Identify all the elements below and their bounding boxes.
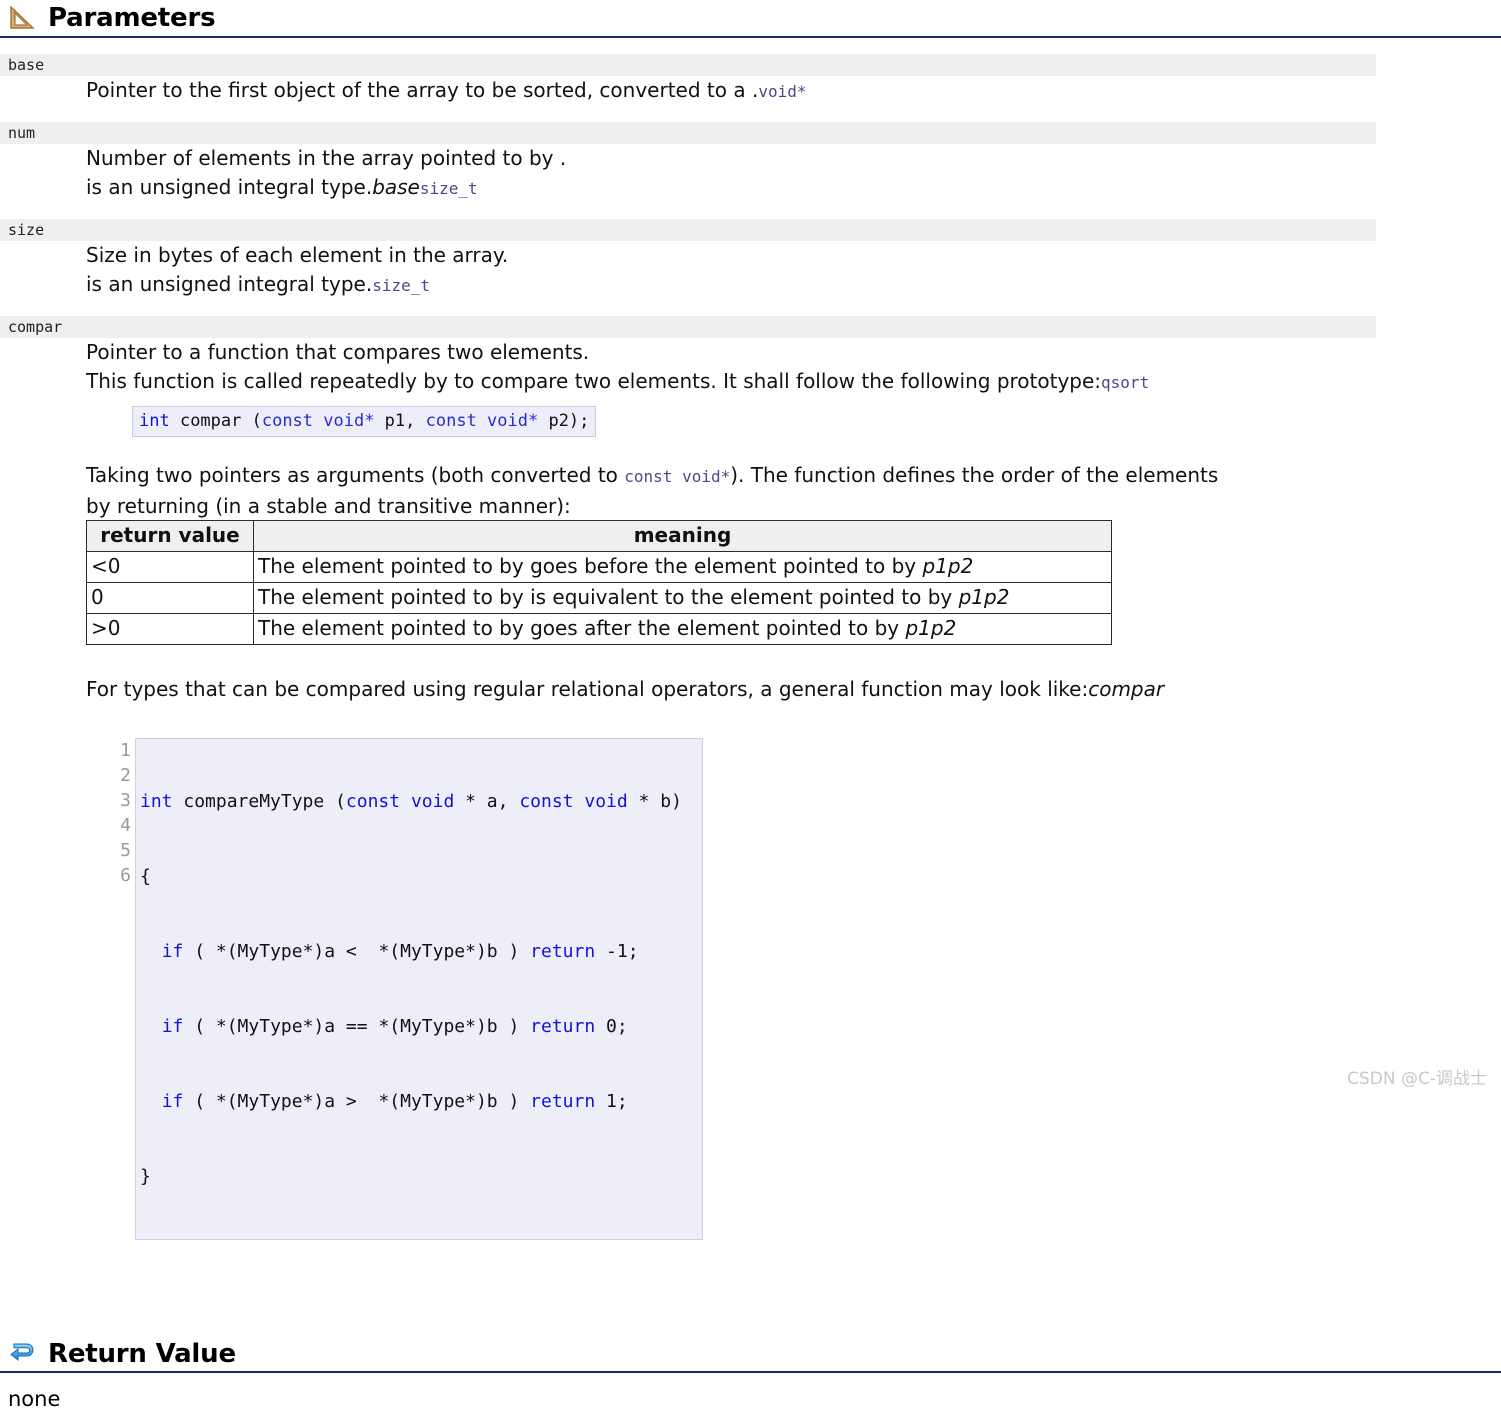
spacer (0, 38, 1501, 54)
param-label-compar: compar (0, 316, 1376, 338)
taking-pre: Taking two pointers as arguments (both c… (86, 463, 624, 487)
for-types-compar-ref: compar (1088, 677, 1164, 701)
prototype-param2-name: p2); (538, 411, 589, 431)
param-num-type: size_t (420, 179, 478, 198)
meaning-params-2: p1p2 (905, 616, 956, 640)
param-base-type: void* (758, 82, 806, 101)
param-label-size: size (0, 219, 1376, 241)
meaning-text-0: The element pointed to by goes before th… (258, 554, 923, 578)
return-arrow-icon (8, 1340, 38, 1368)
param-size-type: size_t (372, 276, 430, 295)
code-line-number: 5 (105, 838, 131, 863)
meaning-text-2: The element pointed to by goes after the… (258, 616, 905, 640)
spacer (0, 300, 1501, 316)
table-cell-meaning-1: The element pointed to by is equivalent … (254, 583, 1112, 614)
code-line-number: 2 (105, 763, 131, 788)
table-header-row: return value meaning (87, 521, 1112, 552)
taking-paragraph: Taking two pointers as arguments (both c… (86, 461, 1501, 492)
param-num-line1: Number of elements in the array pointed … (86, 144, 1501, 173)
param-desc-base: Pointer to the first object of the array… (0, 76, 1501, 107)
param-compar-line2-pre: This function is called repeatedly by to… (86, 369, 1101, 393)
param-compar-line1: Pointer to a function that compares two … (86, 338, 1501, 367)
table-cell-return-0: <0 (87, 552, 254, 583)
table-row: >0 The element pointed to by goes after … (87, 614, 1112, 645)
param-size-line1: Size in bytes of each element in the arr… (86, 241, 1501, 270)
param-num-ref: base (372, 175, 420, 199)
for-types-paragraph: For types that can be compared using reg… (86, 675, 1501, 704)
table-cell-meaning-0: The element pointed to by goes before th… (254, 552, 1112, 583)
page-title: Parameters (48, 4, 215, 33)
param-num-line2-pre: is an unsigned integral type. (86, 175, 372, 199)
return-value-body: none (0, 1373, 1501, 1411)
code-line: { (140, 864, 698, 889)
parameters-section-header: Parameters (0, 0, 1501, 38)
code-line-number: 4 (105, 813, 131, 838)
spacer (0, 203, 1501, 219)
prototype-param1-name: p1, (374, 411, 425, 431)
code-line: if ( *(MyType*)a == *(MyType*)b ) return… (140, 1014, 698, 1039)
param-size-line2-pre: is an unsigned integral type. (86, 272, 372, 296)
table-cell-return-1: 0 (87, 583, 254, 614)
param-desc-num: Number of elements in the array pointed … (0, 144, 1501, 203)
param-label-num: num (0, 122, 1376, 144)
return-value-meaning-table: return value meaning <0 The element poin… (86, 520, 1112, 645)
param-desc-size: Size in bytes of each element in the arr… (0, 241, 1501, 300)
code-line-number: 6 (105, 863, 131, 888)
taking-post: ). The function defines the order of the… (730, 463, 1218, 487)
code-lines: int compareMyType (const void * a, const… (135, 738, 703, 1240)
prototype-name: compar ( (170, 411, 262, 431)
table-row: <0 The element pointed to by goes before… (87, 552, 1112, 583)
meaning-params-0: p1p2 (923, 554, 974, 578)
compar-prototype-code: int compar (const void* p1, const void* … (132, 406, 596, 437)
param-base-text: Pointer to the first object of the array… (86, 78, 752, 102)
code-line: if ( *(MyType*)a < *(MyType*)b ) return … (140, 939, 698, 964)
return-value-title: Return Value (48, 1340, 236, 1369)
param-compar-qsort-ref: qsort (1101, 373, 1149, 392)
param-label-base: base (0, 54, 1376, 76)
prototype-keyword-int: int (139, 411, 170, 431)
table-cell-meaning-2: The element pointed to by goes after the… (254, 614, 1112, 645)
for-types-text: For types that can be compared using reg… (86, 677, 1088, 701)
prototype-param1-type: const void* (262, 411, 375, 431)
ruler-triangle-icon (8, 4, 38, 32)
taking-line2: by returning (in a stable and transitive… (86, 492, 1501, 521)
meaning-params-1: p1p2 (959, 585, 1010, 609)
table-header-meaning: meaning (254, 521, 1112, 552)
table-header-return-value: return value (87, 521, 254, 552)
taking-mono-type: const void* (624, 467, 730, 486)
table-cell-return-2: >0 (87, 614, 254, 645)
code-line-number: 3 (105, 788, 131, 813)
prototype-wrapper: int compar (const void* p1, const void* … (86, 405, 1501, 437)
table-row: 0 The element pointed to by is equivalen… (87, 583, 1112, 614)
code-line: } (140, 1164, 698, 1189)
csdn-watermark: CSDN @C-调战士 (1347, 1064, 1487, 1089)
compare-mytype-code-sample: 1 2 3 4 5 6 int compareMyType (const voi… (105, 738, 703, 1240)
code-line: int compareMyType (const void * a, const… (140, 789, 698, 814)
code-line-number: 1 (105, 738, 131, 763)
code-line: if ( *(MyType*)a > *(MyType*)b ) return … (140, 1089, 698, 1114)
param-desc-compar: Pointer to a function that compares two … (0, 338, 1501, 704)
code-line-numbers: 1 2 3 4 5 6 (105, 738, 135, 1240)
meaning-text-1: The element pointed to by is equivalent … (258, 585, 959, 609)
return-value-section-header: Return Value (0, 1336, 1501, 1374)
prototype-param2-type: const void* (426, 411, 539, 431)
spacer (0, 106, 1501, 122)
